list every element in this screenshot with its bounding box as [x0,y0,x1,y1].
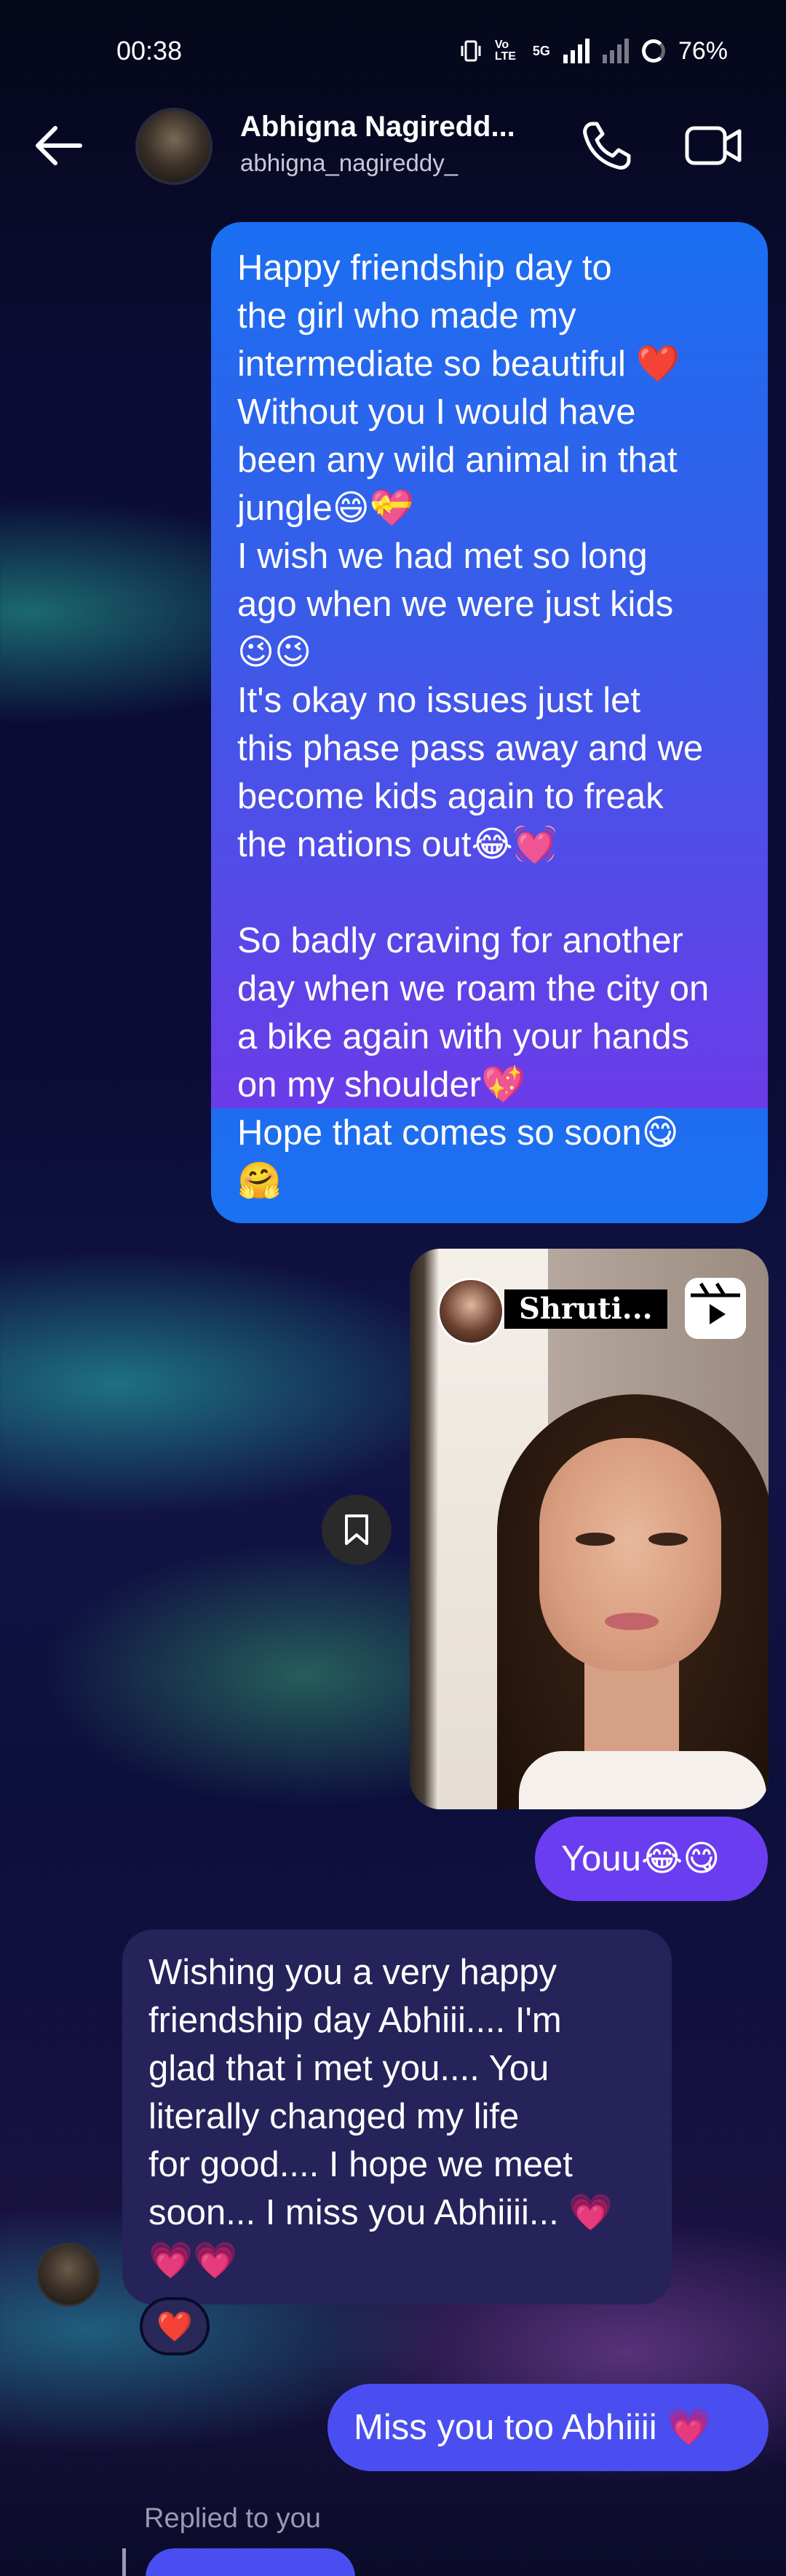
sender-avatar[interactable] [36,2243,100,2307]
message-line: ago when we were just kids [237,585,674,624]
volte-label: Vo LTE [494,39,516,63]
message-line: 💗💗 [148,2241,238,2280]
message-line: 😉😉 [237,633,312,672]
message-line: It's okay no issues just let [237,681,641,720]
message-line: jungle😄💝 [237,489,414,528]
message-outgoing-youu[interactable]: Youu😂😋 [535,1817,768,1901]
message-line: this phase pass away and we [237,729,704,768]
chat-header: Abhigna Nagiredd... abhigna_nagireddy_ [0,102,786,189]
contact-username: abhigna_nagireddy_ [240,149,458,176]
heart-reaction[interactable]: ❤️ [140,2297,210,2355]
message-line: day when we roam the city on [237,969,710,1008]
message-line: Hope that comes so soon😋 [237,1113,679,1153]
shared-reel[interactable]: Shruti... [410,1249,769,1809]
reel-creator-avatar[interactable] [437,1278,504,1345]
phone-icon[interactable] [579,118,635,173]
reply-indicator-bar [122,2548,126,2576]
message-line: a bike again with your hands [237,1017,690,1056]
reel-person-eye [576,1533,615,1546]
message-line: So badly craving for another [237,921,683,960]
message-line: friendship day Abhiii.... I'm [148,2001,562,2040]
message-outgoing-friendship[interactable]: Happy friendship day to the girl who mad… [211,222,768,1223]
message-line: for good.... I hope we meet [148,2145,573,2184]
message-incoming-wishing[interactable]: Wishing you a very happy friendship day … [122,1929,672,2304]
message-line: become kids again to freak [237,777,664,816]
message-line: literally changed my life [148,2097,520,2136]
clock: 00:38 [116,36,183,66]
message-line: Without you I would have [237,392,636,432]
message-line: intermediate so beautiful ❤️ [237,344,680,384]
contact-info[interactable]: Abhigna Nagiredd... abhigna_nagireddy_ [240,111,515,177]
reel-person-face [539,1438,721,1671]
message-line: been any wild animal in that [237,440,678,480]
battery-percent: 76% [678,36,728,65]
message-line: I wish we had met so long [237,537,648,576]
avatar[interactable] [135,108,213,185]
message-line: on my shoulder💖 [237,1065,526,1105]
reel-creator-name[interactable]: Shruti... [504,1289,667,1329]
reel-person-shirt [519,1751,766,1809]
save-reel-button[interactable] [322,1495,392,1565]
signal-secondary-icon [602,39,629,63]
replied-label: Replied to you [144,2503,321,2534]
signal-icon [563,39,590,63]
network-label: 5G [532,43,550,58]
contact-name: Abhigna Nagiredd... [240,111,515,143]
reel-person-lips [605,1613,659,1630]
battery-icon [641,39,665,63]
replied-message-preview[interactable] [146,2548,355,2576]
message-line: Happy friendship day to [237,248,612,288]
message-line: glad that i met you.... You [148,2049,549,2088]
reel-person-eye [648,1533,688,1546]
status-bar: 00:38 Vo LTE 5G 76% [0,0,786,102]
status-icons: Vo LTE 5G 76% [460,37,728,66]
video-icon[interactable] [684,118,742,173]
message-line: soon... I miss you Abhiiii... 💗 [148,2193,614,2232]
message-line: the girl who made my [237,296,576,336]
reels-icon [685,1278,746,1339]
message-line: Wishing you a very happy [148,1953,557,1992]
back-arrow-icon[interactable] [29,122,87,169]
bookmark-icon [345,1514,368,1545]
vibrate-icon [461,40,481,62]
message-line: 🤗 [237,1161,282,1201]
message-outgoing-miss-you[interactable]: Miss you too Abhiiii 💗 [328,2384,769,2471]
message-line: the nations out😂💓 [237,825,557,864]
